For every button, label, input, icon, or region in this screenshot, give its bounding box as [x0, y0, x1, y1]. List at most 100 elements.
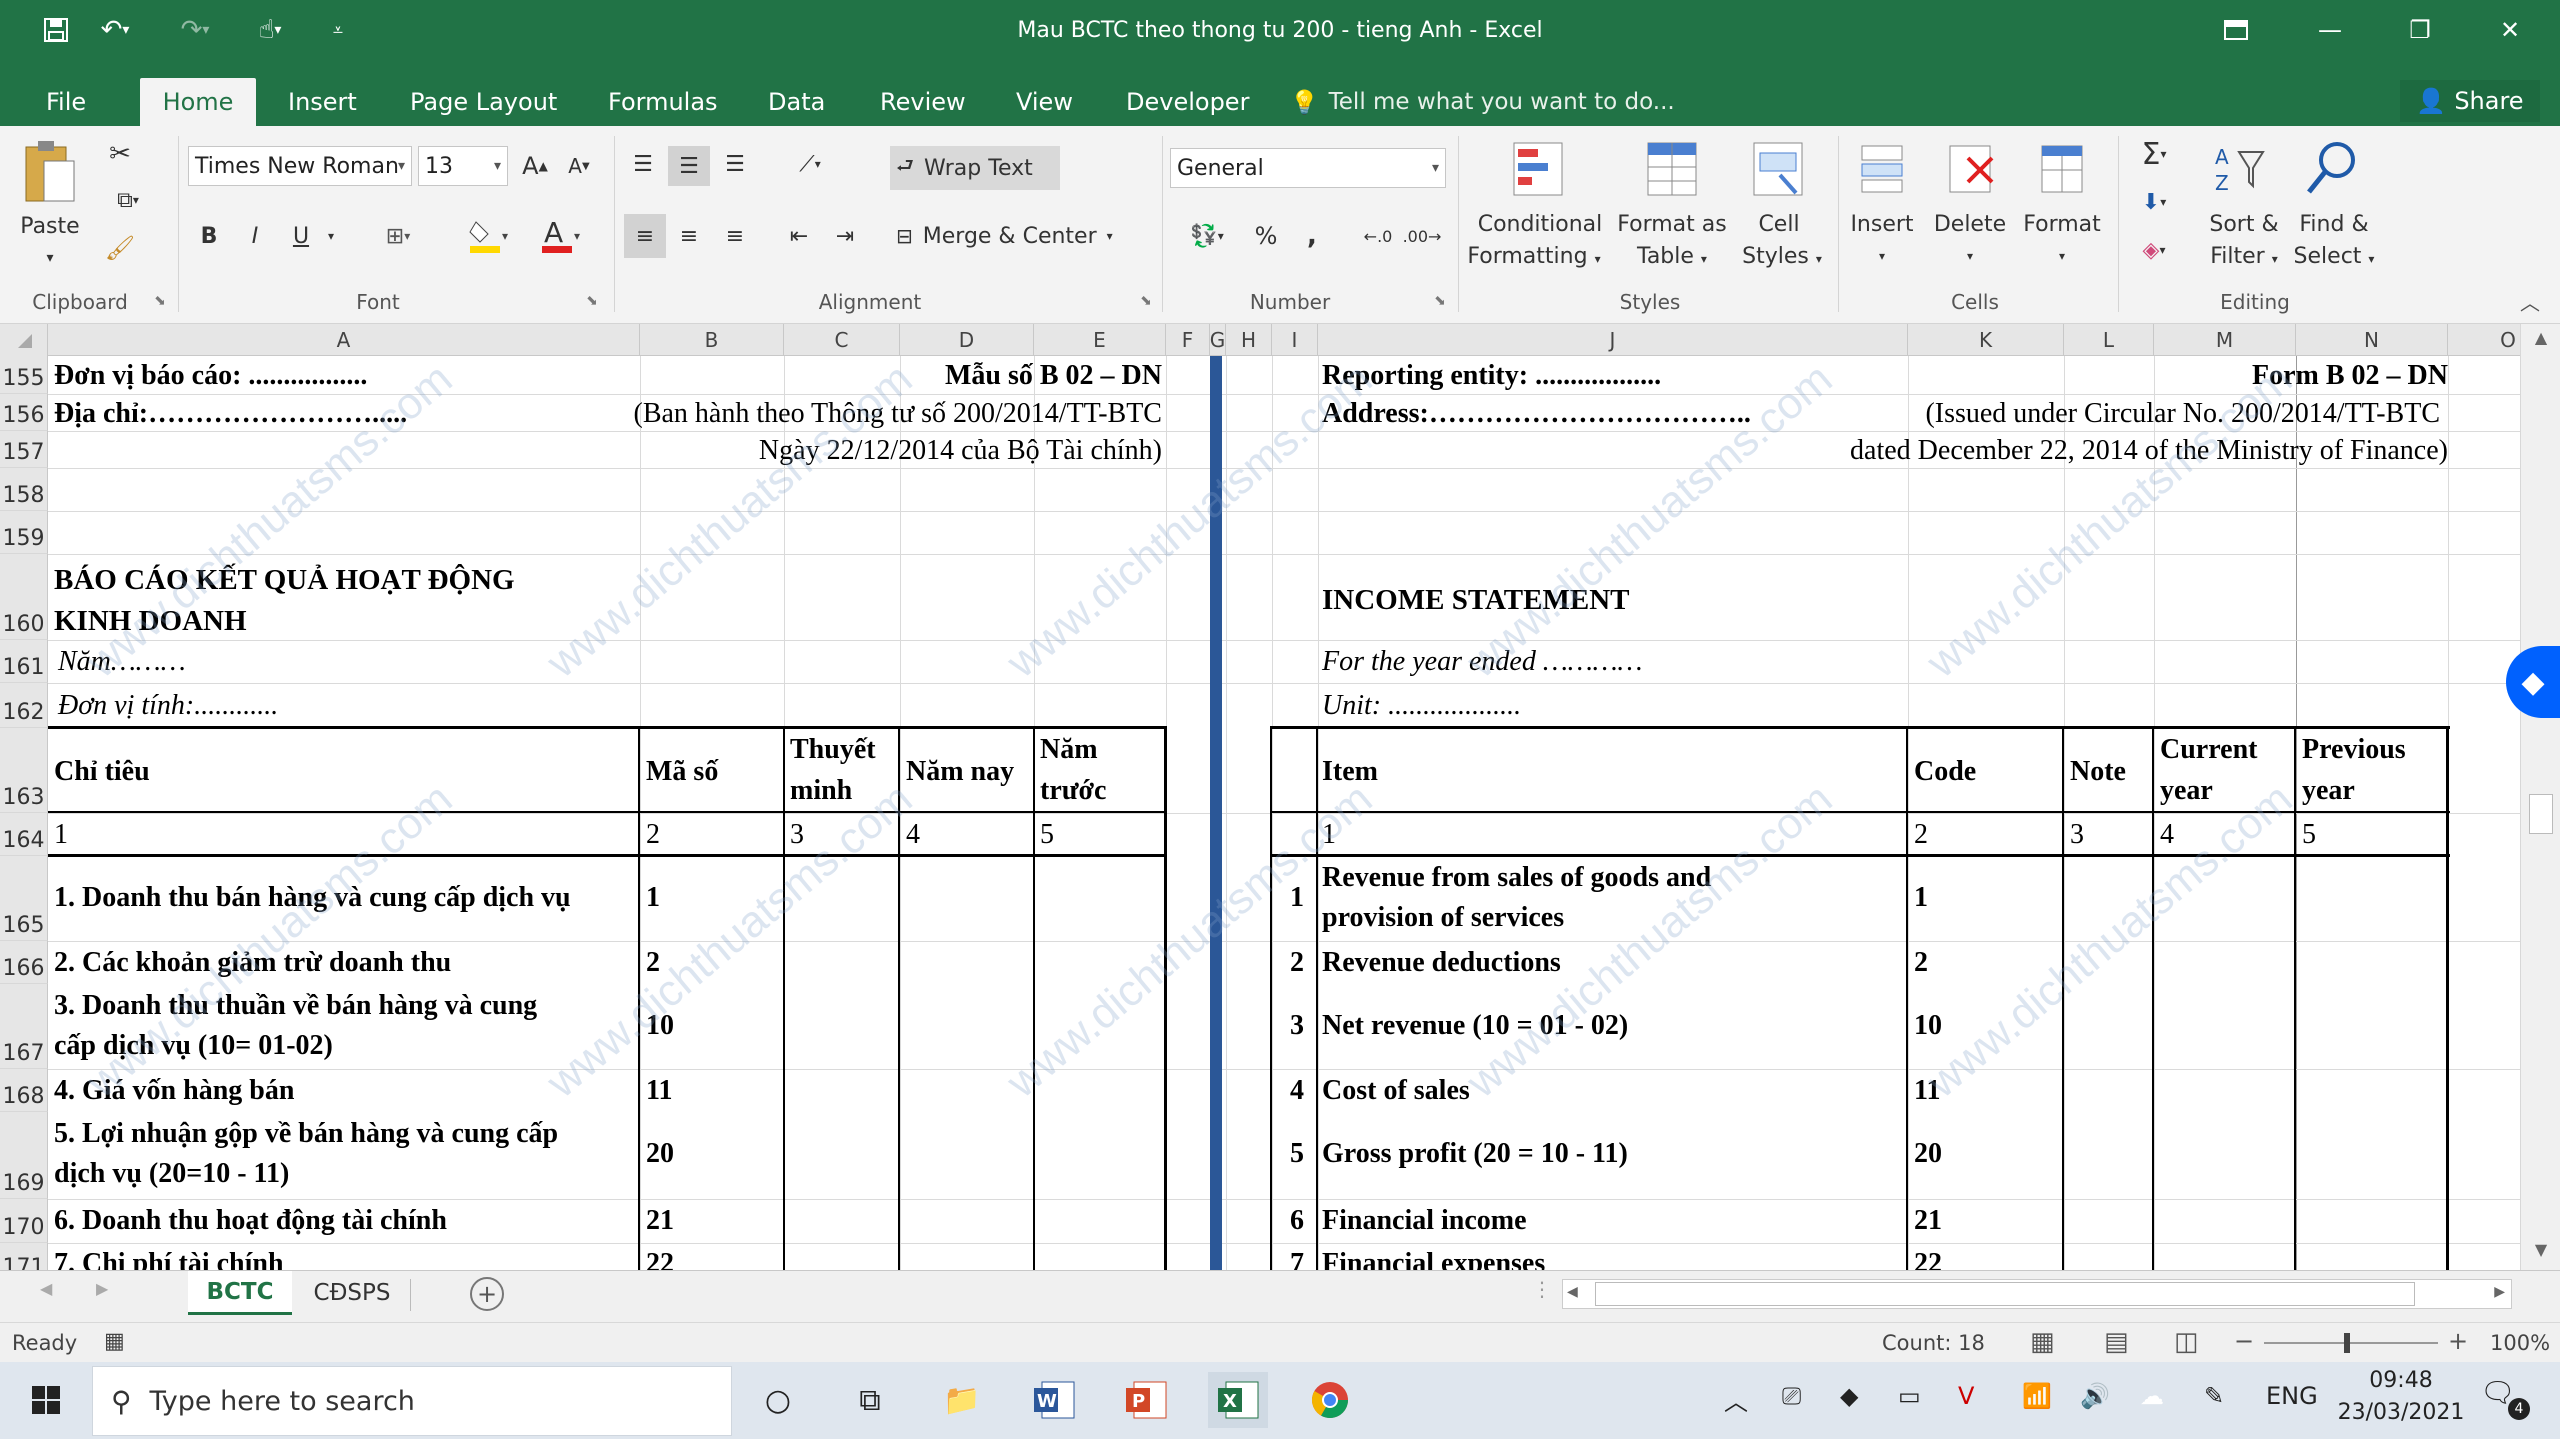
- decrease-decimal-icon[interactable]: .00→: [1402, 216, 1442, 256]
- zoom-slider-thumb[interactable]: [2344, 1333, 2350, 1353]
- bottom-align-icon[interactable]: ☰: [716, 146, 754, 182]
- dropbox-tray-icon[interactable]: ◆: [1840, 1382, 1858, 1410]
- cell-i165[interactable]: 1: [1278, 878, 1316, 918]
- format-painter-icon[interactable]: 🖌: [100, 230, 140, 266]
- sheet-next-icon[interactable]: ▶: [96, 1279, 108, 1298]
- cell-k170[interactable]: 21: [1914, 1201, 1942, 1241]
- cell-j160[interactable]: INCOME STATEMENT: [1322, 580, 1630, 620]
- cell-i168[interactable]: 4: [1278, 1071, 1316, 1111]
- battery-icon[interactable]: ▭: [1898, 1382, 1921, 1410]
- row-header[interactable]: 166: [0, 941, 48, 984]
- share-button[interactable]: 👤 Share: [2400, 80, 2540, 122]
- minimize-icon[interactable]: —: [2300, 8, 2360, 52]
- column-header-d[interactable]: D: [900, 324, 1034, 356]
- normal-view-icon[interactable]: ▦: [2030, 1327, 2055, 1357]
- merge-center-button[interactable]: ⊟ Merge & Center ▾: [890, 214, 1160, 258]
- number-launcher-icon[interactable]: ⬊: [1430, 290, 1450, 312]
- cell-a166[interactable]: 2. Các khoản giảm trừ doanh thu: [54, 943, 451, 983]
- delete-cells-label[interactable]: Delete: [1928, 208, 2012, 241]
- cell-k166[interactable]: 2: [1914, 943, 1928, 983]
- clipboard-launcher-icon[interactable]: ⬊: [150, 290, 170, 312]
- wifi-icon[interactable]: 📶: [2022, 1382, 2052, 1410]
- cell-k165[interactable]: 1: [1914, 878, 1928, 918]
- chevron-down-icon[interactable]: ▾: [1872, 240, 1892, 273]
- cell-a169-line1[interactable]: 5. Lợi nhuận gộp về bán hàng và cung cấp: [54, 1114, 558, 1154]
- cell-e157[interactable]: Ngày 22/12/2014 của Bộ Tài chính): [700, 431, 1162, 471]
- tab-file[interactable]: File: [30, 78, 102, 126]
- cell-n155[interactable]: Form B 02 – DN: [2150, 356, 2448, 396]
- scroll-left-icon[interactable]: ◀: [1567, 1284, 1578, 1300]
- cell-b165[interactable]: 1: [646, 878, 660, 918]
- column-header-l[interactable]: L: [2064, 324, 2154, 356]
- column-header-m[interactable]: M: [2154, 324, 2296, 356]
- zoom-slider[interactable]: [2264, 1342, 2438, 1344]
- sort-filter-label1[interactable]: Sort &: [2196, 208, 2292, 241]
- column-header-c[interactable]: C: [784, 324, 900, 356]
- row-header[interactable]: 155: [0, 356, 48, 394]
- clock-date[interactable]: 23/03/2021: [2336, 1400, 2466, 1425]
- excel-icon[interactable]: X: [1208, 1372, 1268, 1428]
- column-header-e[interactable]: E: [1034, 324, 1166, 356]
- cell-a160-line1[interactable]: BÁO CÁO KẾT QUẢ HOẠT ĐỘNG: [54, 560, 515, 600]
- cell-a169-line2[interactable]: dịch vụ (20=10 - 11): [54, 1154, 289, 1194]
- cell-a164[interactable]: 1: [54, 815, 68, 855]
- paste-label[interactable]: Paste: [14, 210, 86, 243]
- split-bar[interactable]: [1210, 356, 1222, 1270]
- cell-j165-line1[interactable]: Revenue from sales of goods and: [1322, 858, 1711, 898]
- scroll-thumb[interactable]: [2529, 794, 2553, 834]
- row-header[interactable]: 157: [0, 431, 48, 468]
- cell-j156[interactable]: Address:……………………………..: [1322, 394, 1751, 434]
- percent-style-button[interactable]: %: [1246, 216, 1286, 256]
- cell-e155[interactable]: Mẫu số B 02 – DN: [900, 356, 1162, 396]
- cell-a162[interactable]: Đơn vị tính:............: [58, 686, 278, 726]
- row-header[interactable]: 159: [0, 511, 48, 554]
- column-header-b[interactable]: B: [640, 324, 784, 356]
- page-break-view-icon[interactable]: ◫: [2174, 1327, 2199, 1357]
- pen-icon[interactable]: ✎: [2204, 1382, 2224, 1410]
- cell-l164[interactable]: 3: [2070, 815, 2084, 855]
- find-select-icon[interactable]: [2298, 136, 2368, 200]
- word-icon[interactable]: W: [1024, 1372, 1084, 1428]
- insert-cells-label[interactable]: Insert: [1840, 208, 1924, 241]
- autosum-icon[interactable]: Σ ▾: [2124, 134, 2184, 174]
- row-header[interactable]: 161: [0, 640, 48, 683]
- scroll-down-icon[interactable]: ▼: [2529, 1240, 2553, 1264]
- underline-dropdown-icon[interactable]: ▾: [320, 216, 342, 256]
- sort-filter-label2[interactable]: Filter ▾: [2196, 240, 2292, 276]
- cell-j167[interactable]: Net revenue (10 = 01 - 02): [1322, 1006, 1628, 1046]
- middle-align-icon[interactable]: ☰: [668, 146, 710, 186]
- macro-record-icon[interactable]: ▦: [104, 1329, 125, 1354]
- cell-i166[interactable]: 2: [1278, 943, 1316, 983]
- font-size-select[interactable]: 13 ▾: [418, 146, 508, 186]
- file-explorer-icon[interactable]: 📁: [932, 1372, 992, 1428]
- column-header-g[interactable]: G: [1210, 324, 1226, 356]
- fill-icon[interactable]: ⬇ ▾: [2124, 182, 2184, 222]
- accounting-format-icon[interactable]: 💱 ▾: [1174, 216, 1240, 256]
- cell-j170[interactable]: Financial income: [1322, 1201, 1527, 1241]
- cell-a171[interactable]: 7. Chi phí tài chính: [54, 1244, 284, 1270]
- cell-b166[interactable]: 2: [646, 943, 660, 983]
- sheet-tab-bctc[interactable]: BCTC: [188, 1271, 292, 1315]
- fill-color-icon[interactable]: ▾: [460, 216, 520, 256]
- tab-developer[interactable]: Developer: [1110, 78, 1265, 126]
- alignment-launcher-icon[interactable]: ⬊: [1136, 290, 1156, 312]
- cell-j169[interactable]: Gross profit (20 = 10 - 11): [1322, 1134, 1628, 1174]
- cell-b164[interactable]: 2: [646, 815, 660, 855]
- cell-n164[interactable]: 5: [2302, 815, 2316, 855]
- tell-me-box[interactable]: 💡 Tell me what you want to do...: [1290, 82, 1675, 122]
- cell-styles-label2[interactable]: Styles ▾: [1736, 240, 1828, 276]
- format-as-table-label1[interactable]: Format as: [1604, 208, 1740, 241]
- font-color-icon[interactable]: A ▾: [532, 214, 592, 258]
- column-header-f[interactable]: F: [1166, 324, 1210, 356]
- align-left-icon[interactable]: ≡: [624, 214, 666, 258]
- taskbar-search-box[interactable]: ⚲ Type here to search: [92, 1366, 732, 1436]
- chrome-icon[interactable]: [1300, 1372, 1360, 1428]
- cell-m164[interactable]: 4: [2160, 815, 2174, 855]
- cell-a165[interactable]: 1. Doanh thu bán hàng và cung cấp dịch v…: [54, 878, 571, 918]
- tab-home[interactable]: Home: [140, 78, 256, 126]
- increase-indent-icon[interactable]: ⇥: [826, 214, 864, 258]
- cell-j171[interactable]: Financial expenses: [1322, 1244, 1545, 1270]
- cell-e156[interactable]: (Ban hành theo Thông tư số 200/2014/TT-B…: [620, 394, 1163, 434]
- chevron-down-icon[interactable]: ▾: [1960, 240, 1980, 273]
- format-cells-icon[interactable]: [2032, 138, 2092, 200]
